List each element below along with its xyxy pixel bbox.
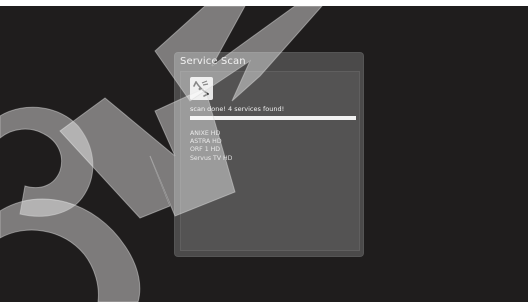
watermark [0, 6, 323, 302]
tv-screen: Service Scan scan done! 4 services found… [0, 6, 528, 302]
